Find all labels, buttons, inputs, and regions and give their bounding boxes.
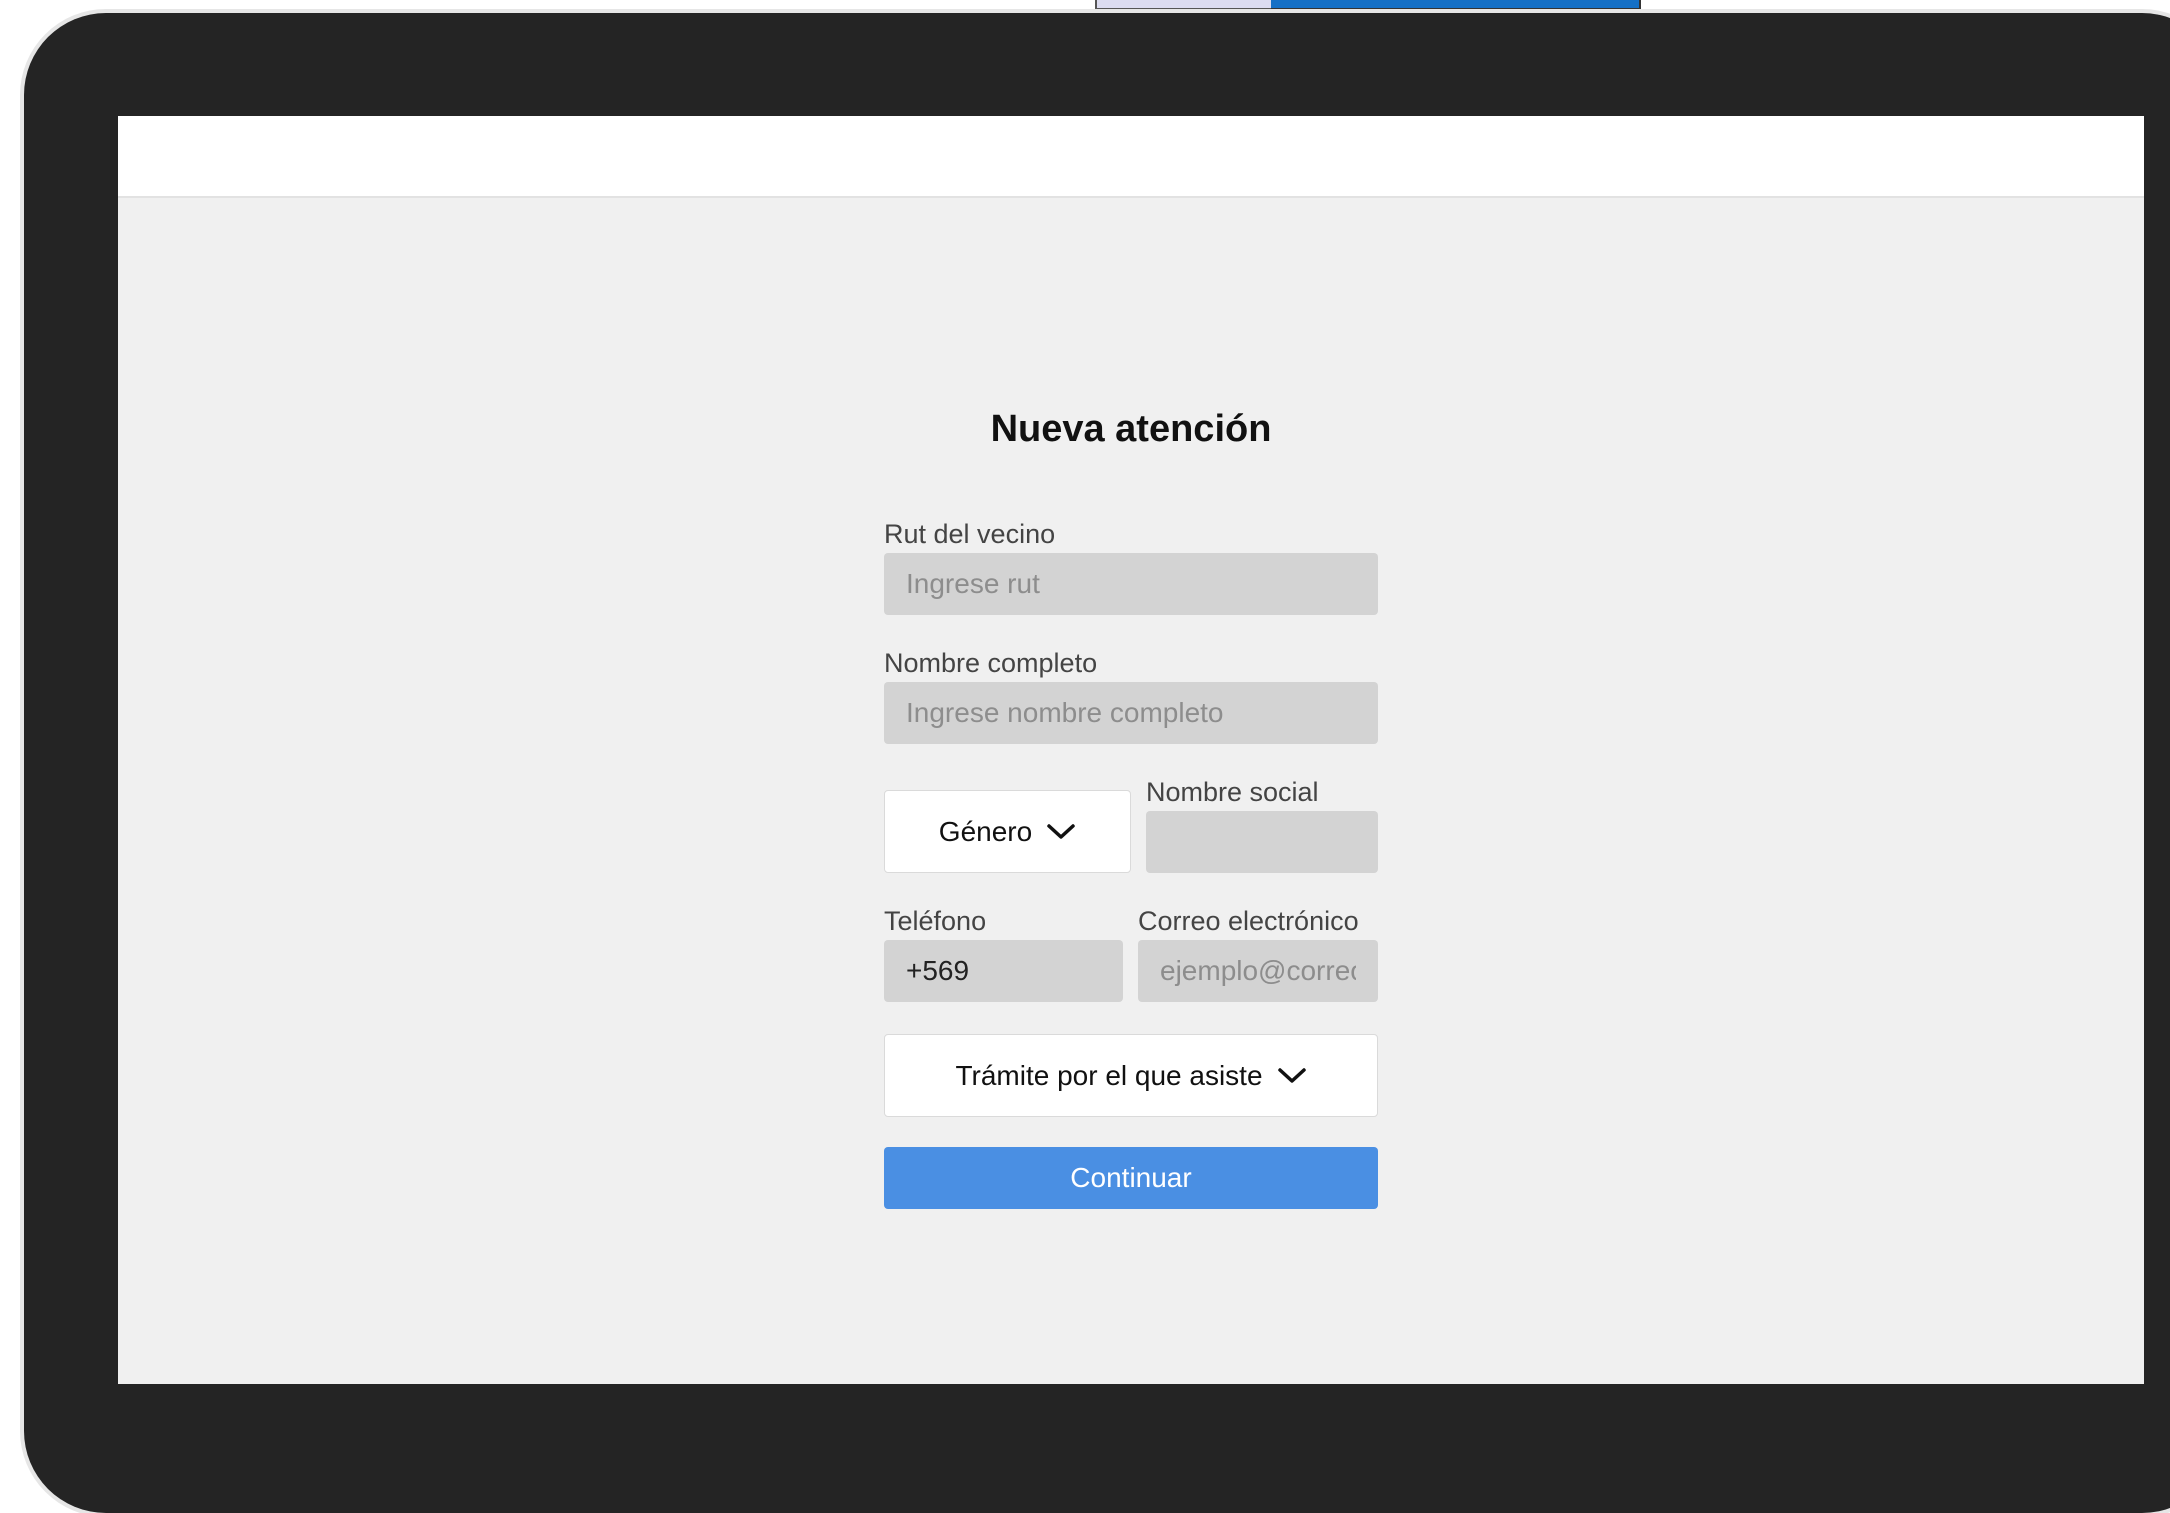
device-frame: Nueva atención Rut del vecino Nombre com… [24, 13, 2170, 1513]
chevron-down-icon [1046, 823, 1076, 841]
procedure-select-label: Trámite por el que asiste [955, 1059, 1263, 1091]
email-label: Correo electrónico [1138, 906, 1359, 936]
gender-select[interactable]: Género [884, 790, 1131, 873]
top-tab-light [1095, 0, 1271, 10]
phone-label: Teléfono [884, 906, 987, 936]
email-input[interactable] [1138, 940, 1378, 1002]
social-name-input[interactable] [1146, 811, 1378, 873]
top-tab-blue [1271, 0, 1641, 10]
full-name-label: Nombre completo [884, 648, 1098, 678]
new-attention-form: Nueva atención Rut del vecino Nombre com… [884, 116, 1378, 1384]
rut-input[interactable] [884, 553, 1378, 615]
rut-label: Rut del vecino [884, 519, 1056, 549]
app-screen: Nueva atención Rut del vecino Nombre com… [118, 116, 2144, 1384]
phone-input[interactable] [884, 940, 1123, 1002]
full-name-input[interactable] [884, 682, 1378, 744]
gender-select-label: Género [938, 815, 1033, 847]
page-title: Nueva atención [990, 408, 1272, 450]
chevron-down-icon [1277, 1067, 1307, 1085]
continue-button[interactable]: Continuar [884, 1147, 1378, 1209]
social-name-label: Nombre social [1146, 777, 1319, 807]
procedure-select[interactable]: Trámite por el que asiste [884, 1034, 1378, 1117]
